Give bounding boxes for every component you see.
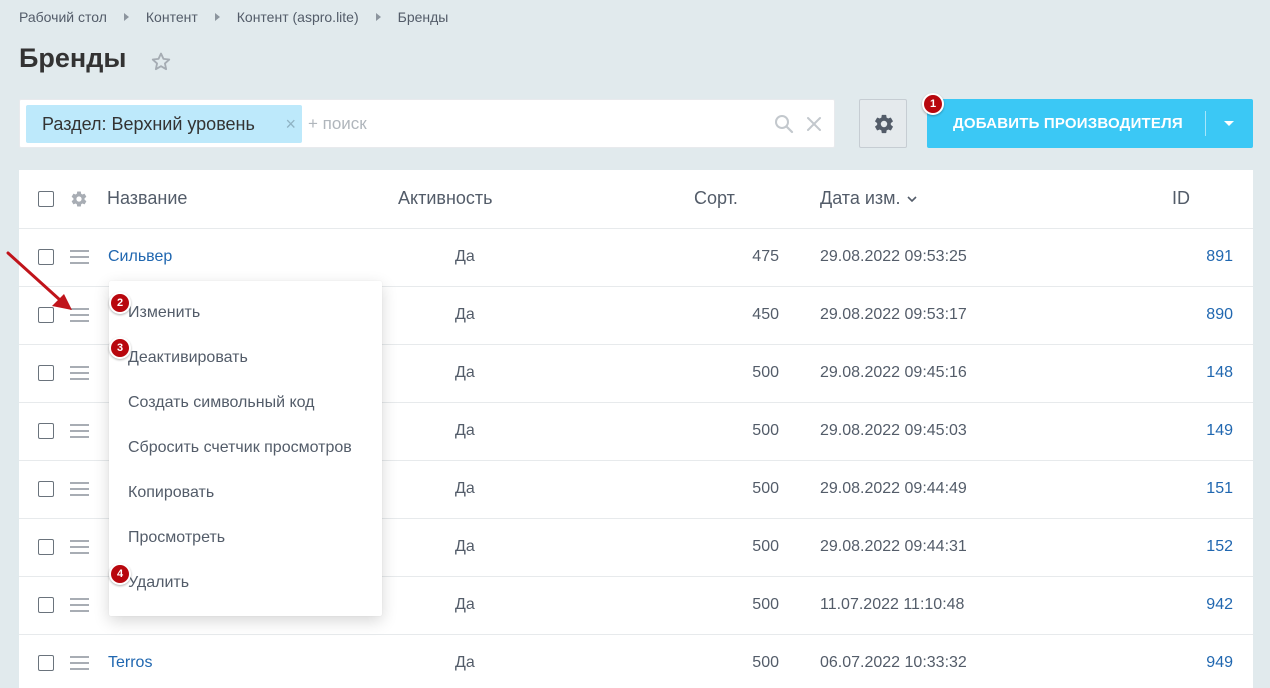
row-id[interactable]: 949 (1153, 635, 1233, 688)
chip-close-icon[interactable]: × (285, 105, 296, 143)
row-date: 29.08.2022 09:45:16 (820, 364, 967, 381)
row-name[interactable]: Terros (108, 635, 152, 688)
breadcrumb-content[interactable]: Контент (146, 9, 198, 25)
breadcrumb-desktop[interactable]: Рабочий стол (19, 9, 107, 25)
row-checkbox[interactable] (38, 365, 54, 381)
row-sort: 450 (752, 306, 779, 323)
row-active: Да (455, 248, 475, 265)
row-checkbox[interactable] (38, 655, 54, 671)
row-date: 11.07.2022 11:10:48 (820, 596, 965, 613)
row-active: Да (455, 596, 475, 613)
row-active: Да (455, 306, 475, 323)
menu-item-edit[interactable]: Изменить (109, 290, 382, 335)
row-sort: 500 (752, 480, 779, 497)
add-manufacturer-button[interactable]: ДОБАВИТЬ ПРОИЗВОДИТЕЛЯ (927, 99, 1253, 148)
row-sort: 500 (752, 364, 779, 381)
column-header-sort[interactable]: Сорт. (694, 170, 738, 226)
row-date: 29.08.2022 09:45:03 (820, 422, 967, 439)
row-actions-menu-icon[interactable] (70, 656, 89, 670)
row-sort: 500 (752, 538, 779, 555)
breadcrumb-content-aspro[interactable]: Контент (aspro.lite) (237, 9, 359, 25)
table-header: Название Активность Сорт. Дата изм. ID (19, 170, 1253, 229)
add-manufacturer-label: ДОБАВИТЬ ПРОИЗВОДИТЕЛЯ (953, 115, 1183, 132)
breadcrumb-separator-icon (214, 13, 220, 21)
step-badge-1: 1 (922, 93, 944, 115)
row-id[interactable]: 942 (1153, 577, 1233, 633)
chevron-down-icon (906, 196, 917, 203)
column-settings-icon[interactable] (70, 190, 88, 208)
table-row[interactable]: Terros Да 500 06.07.2022 10:33:32 949 (19, 635, 1253, 688)
gear-icon (875, 114, 893, 134)
select-all-checkbox[interactable] (38, 191, 54, 207)
filter-chip-section[interactable]: Раздел: Верхний уровень × (26, 105, 302, 143)
row-active: Да (455, 422, 475, 439)
row-sort: 500 (752, 596, 779, 613)
column-header-active[interactable]: Активность (398, 170, 493, 226)
filter-chip-label: Раздел: Верхний уровень (42, 114, 255, 134)
row-date: 29.08.2022 09:53:17 (820, 306, 967, 323)
row-sort: 475 (752, 248, 779, 265)
row-date: 06.07.2022 10:33:32 (820, 654, 967, 671)
settings-button[interactable] (859, 99, 907, 148)
row-name[interactable]: Сильвер (108, 229, 172, 285)
row-active: Да (455, 480, 475, 497)
filter-search-box[interactable]: Раздел: Верхний уровень × (19, 99, 835, 148)
row-actions-menu-icon[interactable] (70, 540, 89, 554)
row-id[interactable]: 152 (1153, 519, 1233, 575)
row-id[interactable]: 891 (1153, 229, 1233, 285)
breadcrumb: Рабочий стол Контент Контент (aspro.lite… (19, 9, 448, 25)
row-actions-menu-icon[interactable] (70, 366, 89, 380)
row-date: 29.08.2022 09:44:49 (820, 480, 967, 497)
row-active: Да (455, 538, 475, 555)
annotation-arrow-icon (6, 251, 72, 310)
row-id[interactable]: 151 (1153, 461, 1233, 517)
menu-item-view[interactable]: Просмотреть (109, 515, 382, 560)
row-id[interactable]: 890 (1153, 287, 1233, 343)
menu-item-create-code[interactable]: Создать символьный код (109, 380, 382, 425)
breadcrumb-separator-icon (375, 13, 381, 21)
column-header-name[interactable]: Название (107, 170, 187, 226)
row-sort: 500 (752, 654, 779, 671)
row-actions-menu-icon[interactable] (70, 482, 89, 496)
row-checkbox[interactable] (38, 481, 54, 497)
star-icon[interactable] (150, 51, 172, 73)
row-id[interactable]: 149 (1153, 403, 1233, 459)
breadcrumb-separator-icon (123, 13, 129, 21)
step-badge-3: 3 (109, 337, 131, 359)
button-divider (1205, 111, 1206, 136)
row-active: Да (455, 654, 475, 671)
menu-item-reset-views[interactable]: Сбросить счетчик просмотров (109, 425, 382, 470)
row-active: Да (455, 364, 475, 381)
breadcrumb-brands[interactable]: Бренды (398, 9, 449, 25)
column-header-date-label: Дата изм. (820, 188, 901, 208)
table-row[interactable]: Сильвер Да 475 29.08.2022 09:53:25 891 (19, 229, 1253, 287)
column-header-date[interactable]: Дата изм. (820, 170, 917, 226)
row-date: 29.08.2022 09:44:31 (820, 538, 967, 555)
clear-icon[interactable] (805, 115, 823, 133)
row-actions-menu-icon[interactable] (70, 424, 89, 438)
row-checkbox[interactable] (38, 597, 54, 613)
menu-item-deactivate[interactable]: Деактивировать (109, 335, 382, 380)
step-badge-2: 2 (109, 292, 131, 314)
search-input[interactable] (308, 110, 748, 138)
search-icon[interactable] (774, 114, 794, 134)
row-context-menu: Изменить Деактивировать Создать символьн… (109, 281, 382, 616)
dropdown-arrow-icon[interactable] (1224, 121, 1234, 126)
page-title: Бренды (19, 43, 127, 73)
menu-item-copy[interactable]: Копировать (109, 470, 382, 515)
row-date: 29.08.2022 09:53:25 (820, 248, 967, 265)
column-header-id[interactable]: ID (1172, 170, 1190, 226)
row-sort: 500 (752, 422, 779, 439)
row-checkbox[interactable] (38, 423, 54, 439)
row-checkbox[interactable] (38, 539, 54, 555)
step-badge-4: 4 (109, 563, 131, 585)
menu-item-delete[interactable]: Удалить (109, 560, 382, 605)
row-id[interactable]: 148 (1153, 345, 1233, 401)
row-actions-menu-icon[interactable] (70, 598, 89, 612)
